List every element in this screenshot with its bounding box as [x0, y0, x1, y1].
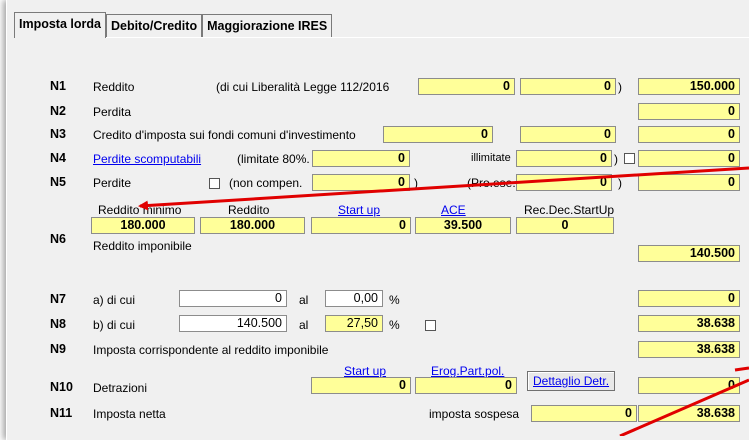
red-line-detrazioni: [734, 366, 749, 372]
tab-imposta-lorda[interactable]: Imposta lorda: [14, 12, 106, 38]
red-line-bottom: [619, 378, 749, 436]
red-arrow-to-reddito-minimo: [138, 166, 749, 211]
annotation-arrows: [138, 166, 749, 436]
